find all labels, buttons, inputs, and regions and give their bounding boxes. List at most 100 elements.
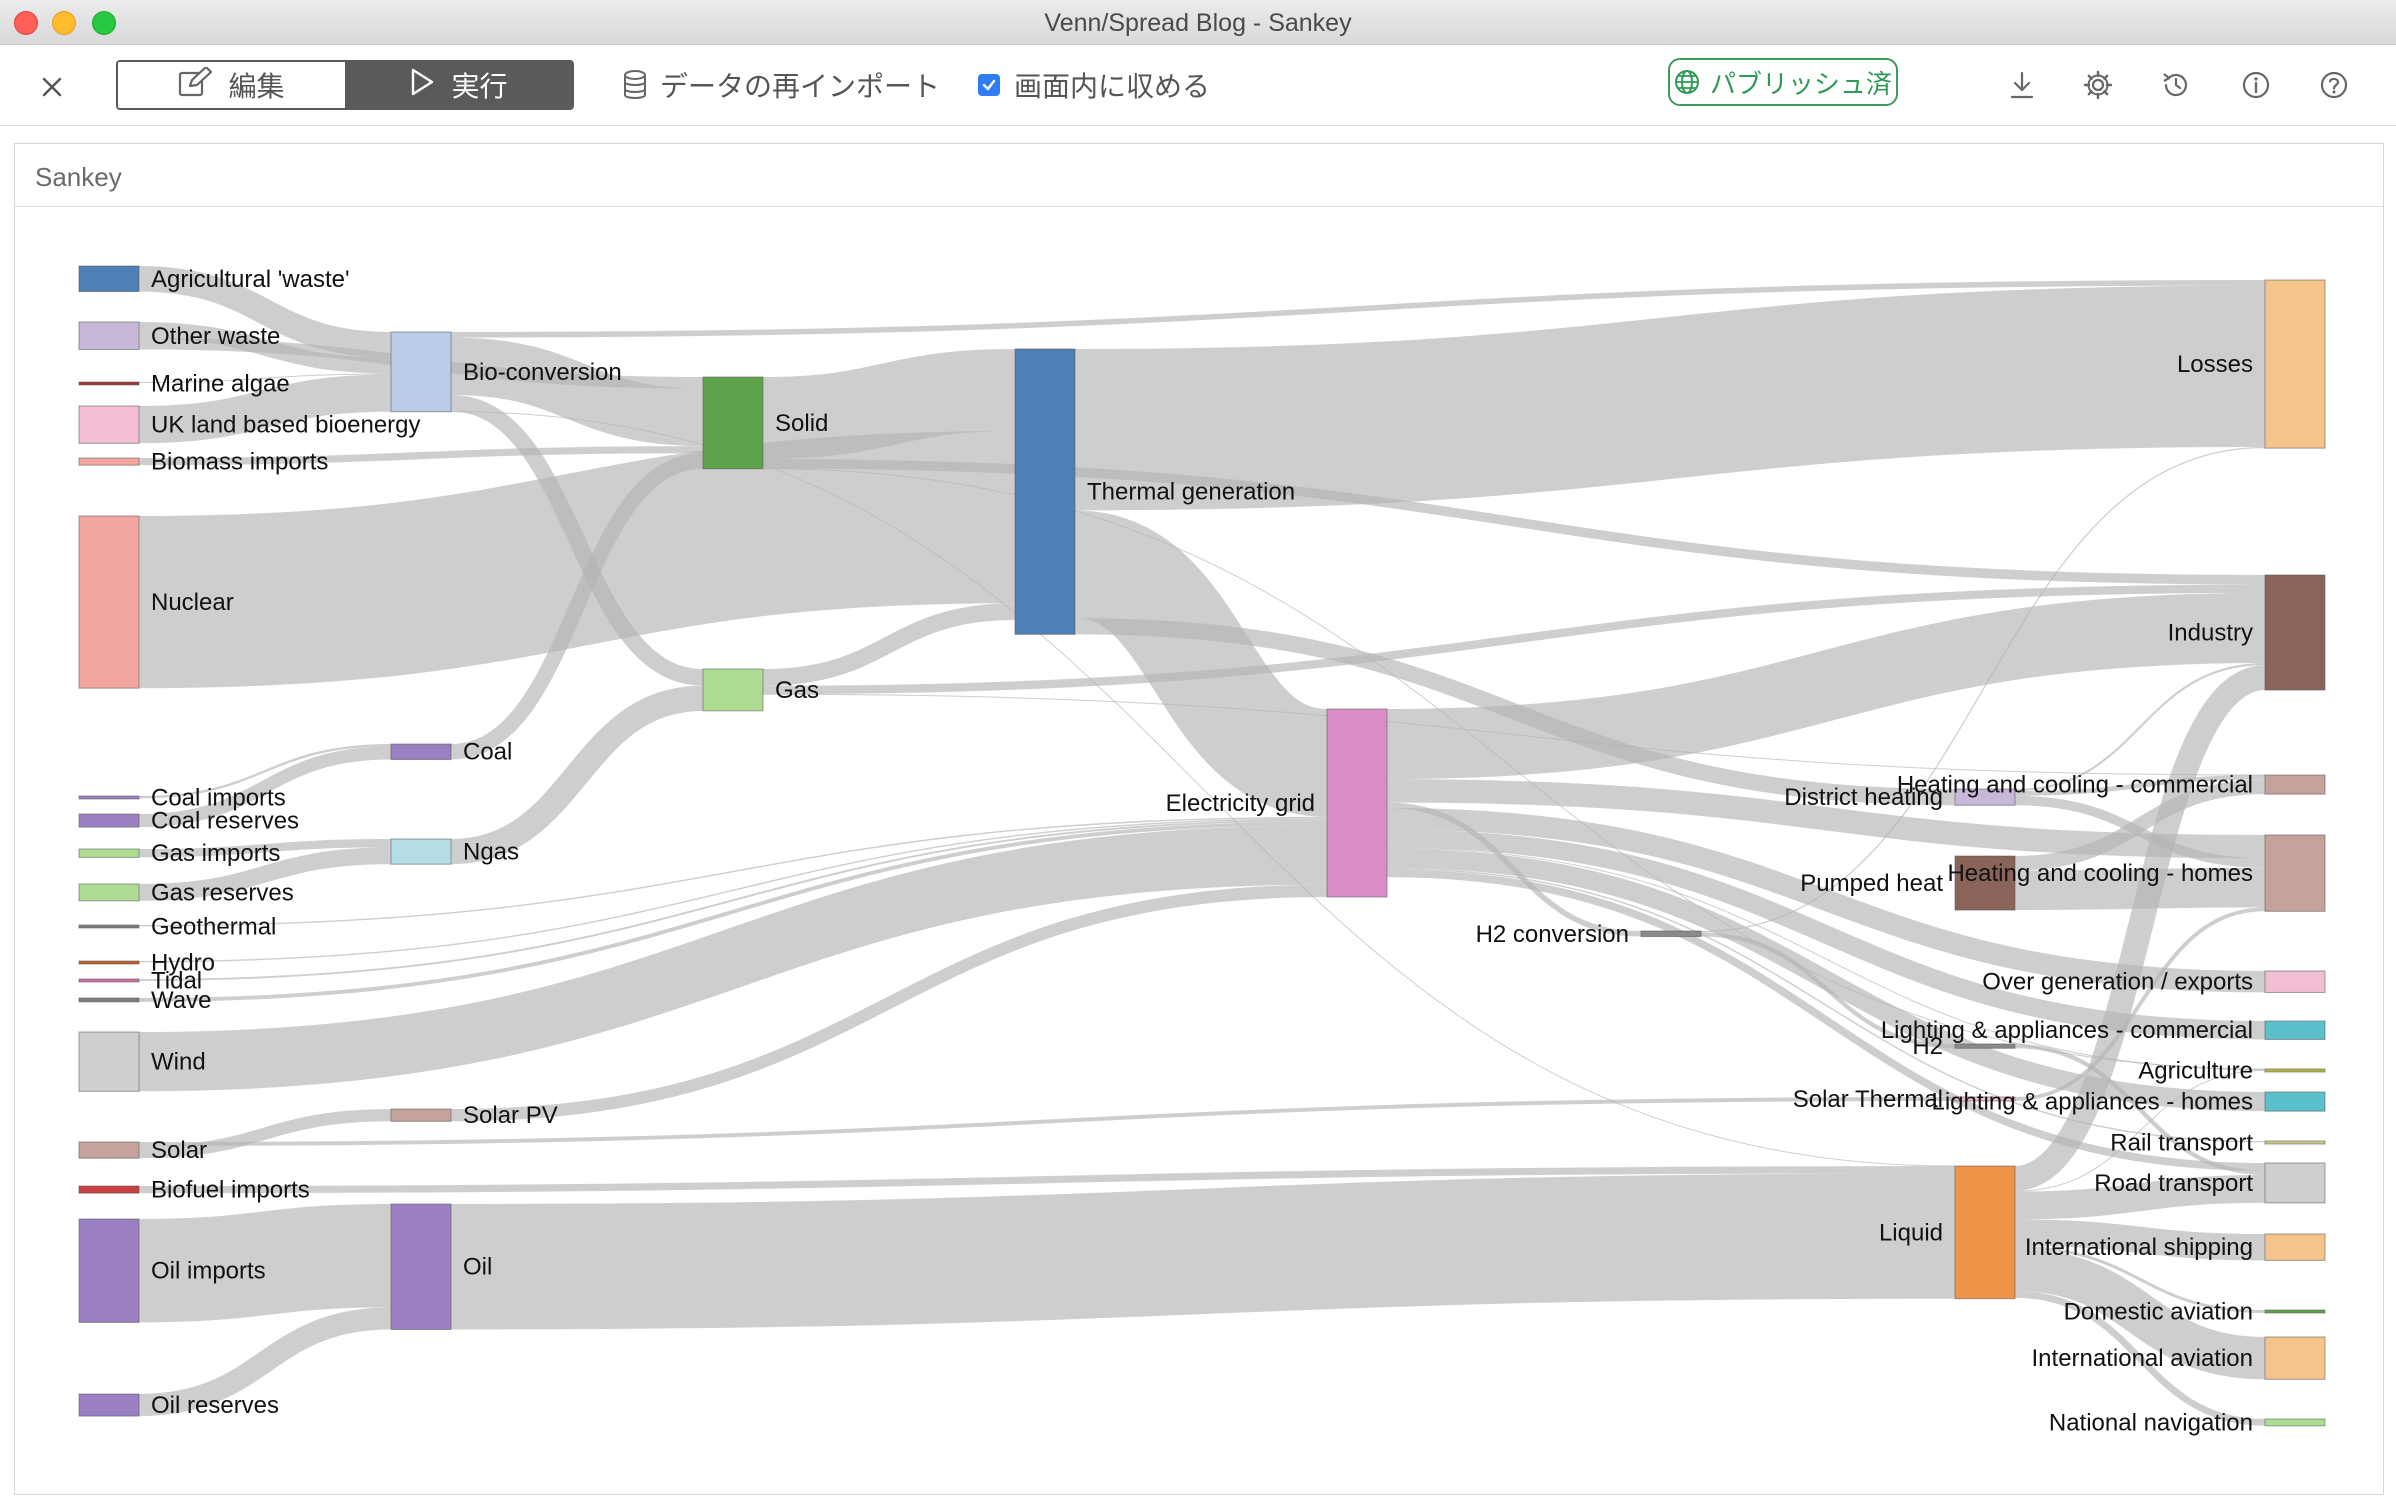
node-lahomes[interactable] bbox=[2264, 1091, 2326, 1112]
node-coal[interactable] bbox=[390, 743, 452, 760]
node-label-marine: Marine algae bbox=[151, 371, 290, 398]
history-icon[interactable] bbox=[2156, 65, 2196, 105]
node-label-wave: Wave bbox=[151, 987, 211, 1014]
node-biomassimp[interactable] bbox=[78, 457, 140, 466]
node-thermal[interactable] bbox=[1014, 348, 1076, 635]
node-intship[interactable] bbox=[2264, 1233, 2326, 1261]
title-bar: Venn/Spread Blog - Sankey bbox=[0, 0, 2396, 45]
node-label-gas: Gas bbox=[775, 677, 819, 704]
link-gas-thermal[interactable] bbox=[762, 603, 1016, 686]
node-wind[interactable] bbox=[78, 1031, 140, 1092]
node-liquid[interactable] bbox=[1954, 1165, 2016, 1300]
mode-toggle[interactable]: 編集 実行 bbox=[116, 60, 574, 110]
node-coalimp[interactable] bbox=[78, 795, 140, 800]
reimport-button[interactable]: データの再インポート bbox=[622, 59, 940, 111]
node-road[interactable] bbox=[2264, 1162, 2326, 1204]
node-solar[interactable] bbox=[78, 1141, 140, 1159]
node-gasimp[interactable] bbox=[78, 848, 140, 858]
settings-icon[interactable] bbox=[2078, 65, 2118, 105]
node-rail[interactable] bbox=[2264, 1140, 2326, 1145]
node-hchomes[interactable] bbox=[2264, 834, 2326, 912]
node-losses[interactable] bbox=[2264, 279, 2326, 449]
close-icon[interactable] bbox=[30, 65, 74, 109]
edit-button[interactable]: 編集 bbox=[118, 62, 345, 108]
edit-icon bbox=[178, 65, 213, 104]
node-label-otherwaste: Other waste bbox=[151, 323, 280, 350]
info-icon[interactable] bbox=[2236, 65, 2276, 105]
link-nuclear-thermal[interactable] bbox=[138, 431, 1016, 689]
node-label-rail: Rail transport bbox=[2110, 1130, 2253, 1157]
node-industry[interactable] bbox=[2264, 574, 2326, 691]
download-icon[interactable] bbox=[2002, 65, 2042, 105]
node-label-solarthermal: Solar Thermal bbox=[1793, 1086, 1943, 1113]
node-label-industry: Industry bbox=[2168, 620, 2253, 647]
node-ngas[interactable] bbox=[390, 838, 452, 865]
node-intav[interactable] bbox=[2264, 1336, 2326, 1380]
node-label-h2conv: H2 conversion bbox=[1476, 921, 1629, 948]
globe-icon bbox=[1674, 69, 1700, 95]
node-gas[interactable] bbox=[702, 668, 764, 712]
node-nuclear[interactable] bbox=[78, 515, 140, 689]
link-ngas-gas[interactable] bbox=[450, 685, 704, 865]
link-grid-industry[interactable] bbox=[1386, 592, 2266, 780]
node-label-lacomm: Lighting & appliances - commercial bbox=[1881, 1017, 2253, 1044]
node-marine[interactable] bbox=[78, 381, 140, 386]
node-oilimp[interactable] bbox=[78, 1218, 140, 1323]
toolbar: 編集 実行 データの再インポート 画面内に収める パブリッシュ済 bbox=[0, 45, 2396, 126]
node-natnav[interactable] bbox=[2264, 1418, 2326, 1427]
node-coalres[interactable] bbox=[78, 813, 140, 828]
node-bioconv[interactable] bbox=[390, 331, 452, 413]
node-oil[interactable] bbox=[390, 1203, 452, 1330]
fit-to-screen-checkbox[interactable]: 画面内に収める bbox=[978, 59, 1210, 111]
node-label-agriculture: Agriculture bbox=[2138, 1058, 2253, 1085]
node-label-wind: Wind bbox=[151, 1049, 206, 1076]
link-pumpedheat-hchomes[interactable] bbox=[2014, 867, 2266, 911]
window-title: Venn/Spread Blog - Sankey bbox=[1044, 9, 1352, 37]
node-label-agri: Agricultural 'waste' bbox=[151, 266, 350, 293]
run-label: 実行 bbox=[451, 71, 508, 102]
node-h2[interactable] bbox=[1954, 1043, 2016, 1049]
node-label-solid: Solid bbox=[775, 410, 828, 437]
node-label-gasres: Gas reserves bbox=[151, 879, 294, 906]
node-solarpv[interactable] bbox=[390, 1108, 452, 1122]
checkbox-checked-icon[interactable] bbox=[978, 74, 1000, 96]
node-oilres[interactable] bbox=[78, 1393, 140, 1417]
run-button[interactable]: 実行 bbox=[345, 62, 572, 108]
node-label-losses: Losses bbox=[2177, 351, 2253, 378]
node-label-oilres: Oil reserves bbox=[151, 1392, 279, 1419]
link-oil-liquid[interactable] bbox=[450, 1173, 1956, 1330]
node-tidal[interactable] bbox=[78, 978, 140, 983]
node-hydro[interactable] bbox=[78, 960, 140, 965]
node-grid[interactable] bbox=[1326, 708, 1388, 898]
play-icon bbox=[409, 68, 435, 103]
node-solid[interactable] bbox=[702, 376, 764, 470]
sankey-chart[interactable]: Agricultural 'waste' Other waste Marine al… bbox=[15, 144, 2383, 1494]
node-ukland[interactable] bbox=[78, 405, 140, 444]
link-wind-grid[interactable] bbox=[138, 825, 1328, 1092]
database-icon bbox=[622, 70, 648, 100]
node-label-liquid: Liquid bbox=[1879, 1219, 1943, 1246]
node-label-road: Road transport bbox=[2094, 1170, 2253, 1197]
node-label-intship: International shipping bbox=[2025, 1234, 2253, 1261]
node-label-oil: Oil bbox=[463, 1254, 492, 1281]
node-lacomm[interactable] bbox=[2264, 1020, 2326, 1040]
node-agri[interactable] bbox=[78, 265, 140, 293]
node-label-lahomes: Lighting & appliances - homes bbox=[1931, 1089, 2253, 1116]
help-icon[interactable] bbox=[2314, 65, 2354, 105]
node-label-intav: International aviation bbox=[2032, 1345, 2253, 1372]
node-overgen[interactable] bbox=[2264, 970, 2326, 993]
node-geothermal[interactable] bbox=[78, 924, 140, 929]
link-thermal-losses[interactable] bbox=[1074, 285, 2266, 511]
publish-button[interactable]: パブリッシュ済 bbox=[1668, 58, 1898, 106]
node-hccomm[interactable] bbox=[2264, 774, 2326, 795]
node-gasres[interactable] bbox=[78, 883, 140, 902]
node-label-domav: Domestic aviation bbox=[2064, 1299, 2253, 1326]
publish-label: パブリッシュ済 bbox=[1709, 68, 1892, 99]
node-domav[interactable] bbox=[2264, 1309, 2326, 1314]
node-agriculture[interactable] bbox=[2264, 1068, 2326, 1073]
node-otherwaste[interactable] bbox=[78, 321, 140, 351]
node-h2conv[interactable] bbox=[1640, 930, 1702, 938]
node-biofuelimp[interactable] bbox=[78, 1185, 140, 1194]
node-wave[interactable] bbox=[78, 997, 140, 1003]
node-label-natnav: National navigation bbox=[2049, 1409, 2253, 1436]
